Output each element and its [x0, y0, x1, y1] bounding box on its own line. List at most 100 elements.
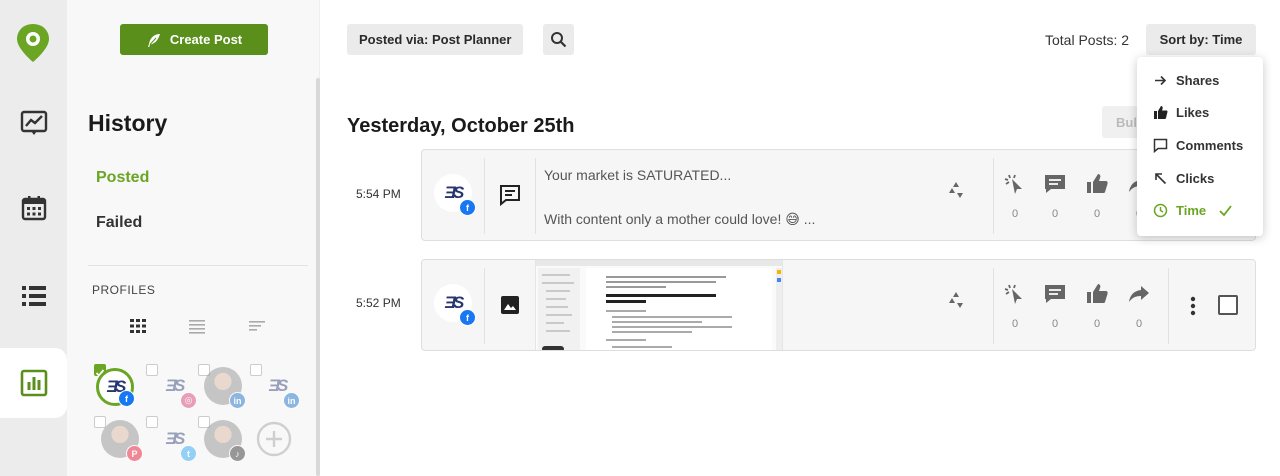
metric-comments: 0 — [1042, 172, 1068, 220]
clicks-icon — [1004, 284, 1022, 304]
thumbs-up-icon — [1087, 284, 1108, 303]
more-options-icon[interactable] — [1190, 296, 1196, 316]
metric-clicks: 0 — [1002, 282, 1028, 330]
twitter-icon: t — [180, 445, 197, 462]
divider — [484, 158, 485, 234]
list-view-icon[interactable] — [188, 318, 206, 334]
document-screenshot-icon — [536, 260, 782, 350]
left-rail — [0, 0, 67, 476]
sort-dropdown-menu: Shares Likes Comments Clicks Time — [1137, 57, 1263, 236]
linkedin-icon: in — [283, 392, 300, 409]
nav-posted[interactable]: Posted — [96, 169, 149, 187]
thumbs-up-icon — [1087, 174, 1108, 193]
page-title: History — [88, 110, 168, 136]
analytics-icon — [20, 110, 47, 135]
metric-comments-count: 0 — [1051, 318, 1059, 330]
calendar-icon — [21, 196, 46, 221]
sort-option-label: Likes — [1176, 104, 1210, 120]
profile-avatar-linkedin-person[interactable]: in — [204, 367, 246, 409]
sort-option-likes[interactable]: Likes — [1153, 102, 1209, 122]
post-profile-avatar: ƎS f — [434, 174, 476, 216]
text-post-icon — [500, 185, 520, 207]
sort-option-time[interactable]: Time — [1153, 200, 1233, 220]
search-icon — [551, 32, 567, 48]
compact-view-icon[interactable] — [248, 318, 266, 334]
brand-logo-icon: ƎS — [165, 376, 186, 395]
facebook-icon: f — [118, 390, 135, 407]
post-time: 5:52 PM — [356, 296, 401, 310]
list-icon — [21, 286, 46, 306]
facebook-icon: f — [459, 199, 476, 216]
profile-avatar-tiktok[interactable]: ♪ — [204, 420, 246, 462]
metric-clicks: 0 — [1002, 172, 1028, 220]
checkmark-icon — [1219, 204, 1232, 216]
sort-option-comments[interactable]: Comments — [1153, 135, 1243, 155]
app: Create Post History Posted Failed PROFIL… — [0, 0, 1280, 476]
metric-comments: 0 — [1042, 282, 1068, 330]
metric-shares: 0 — [1126, 282, 1152, 330]
share-icon — [1129, 286, 1149, 302]
metric-clicks-count: 0 — [1011, 208, 1019, 220]
rail-list[interactable] — [0, 261, 67, 331]
tiktok-icon: ♪ — [229, 445, 246, 462]
rail-calendar[interactable] — [0, 173, 67, 243]
brand-logo-icon: ƎS — [444, 293, 465, 312]
facebook-icon: f — [459, 309, 476, 326]
post-text-line: Your market is SATURATED... — [544, 167, 732, 183]
recycle-icon[interactable] — [946, 180, 966, 200]
divider — [535, 158, 536, 234]
profile-checkbox[interactable] — [250, 364, 262, 376]
profile-avatar-instagram[interactable]: ƎS ◎ — [155, 367, 197, 409]
divider — [993, 268, 994, 344]
sort-button[interactable]: Sort by: Time — [1146, 24, 1256, 55]
clock-icon — [1153, 203, 1168, 217]
image-post-icon — [501, 296, 519, 314]
divider — [1168, 268, 1169, 344]
total-posts: Total Posts: 2 — [1045, 32, 1130, 48]
post-text-line: With content only a mother could love! 😅… — [544, 211, 816, 227]
grid-view-icon[interactable] — [129, 318, 147, 334]
profile-avatar-facebook[interactable]: ƎS f — [96, 368, 135, 407]
posted-via-filter[interactable]: Posted via: Post Planner — [347, 24, 524, 55]
comment-icon — [1045, 175, 1065, 193]
sidebar-divider — [88, 265, 308, 266]
brand-logo-icon: ƎS — [268, 376, 289, 395]
sidebar-scrollbar[interactable] — [316, 78, 320, 476]
instagram-icon: ◎ — [180, 392, 197, 409]
post-card[interactable]: ƎS f 0 0 0 0 — [421, 259, 1256, 351]
search-button[interactable] — [543, 24, 574, 55]
sort-option-label: Shares — [1176, 72, 1220, 88]
sort-option-label: Clicks — [1176, 170, 1215, 186]
post-select-checkbox[interactable] — [1218, 295, 1238, 315]
create-post-button[interactable]: Create Post — [120, 24, 268, 55]
metric-likes-count: 0 — [1093, 318, 1101, 330]
sort-option-shares[interactable]: Shares — [1153, 70, 1219, 90]
metric-comments-count: 0 — [1051, 208, 1059, 220]
linkedin-icon: in — [229, 392, 246, 409]
create-post-label: Create Post — [169, 32, 243, 47]
metric-likes: 0 — [1084, 172, 1110, 220]
nav-failed[interactable]: Failed — [96, 214, 142, 232]
brand-logo-icon: ƎS — [165, 429, 186, 448]
profile-checkbox[interactable] — [146, 416, 158, 428]
add-profile-icon[interactable] — [256, 421, 292, 457]
post-card[interactable]: ƎS f Your market is SATURATED... With co… — [421, 149, 1256, 241]
rail-analytics[interactable] — [0, 88, 67, 158]
sort-option-label: Time — [1176, 202, 1207, 218]
divider — [993, 158, 994, 234]
post-image-thumbnail[interactable] — [535, 260, 783, 350]
clicks-icon — [1004, 174, 1022, 194]
post-planner-logo-icon[interactable] — [14, 22, 52, 64]
rail-history[interactable] — [0, 348, 67, 418]
sort-option-clicks[interactable]: Clicks — [1153, 168, 1214, 188]
feather-icon — [147, 33, 160, 47]
pinterest-icon: P — [126, 445, 143, 462]
recycle-icon[interactable] — [946, 290, 966, 310]
post-profile-avatar: ƎS f — [434, 284, 476, 326]
profile-avatar-linkedin-page[interactable]: ƎS in — [258, 367, 300, 409]
profile-avatar-twitter[interactable]: ƎS t — [155, 420, 197, 462]
profile-avatar-pinterest[interactable]: P — [101, 420, 143, 462]
sort-option-label: Comments — [1176, 137, 1244, 153]
date-heading: Yesterday, October 25th — [347, 115, 575, 137]
profile-checkbox[interactable] — [146, 364, 158, 376]
